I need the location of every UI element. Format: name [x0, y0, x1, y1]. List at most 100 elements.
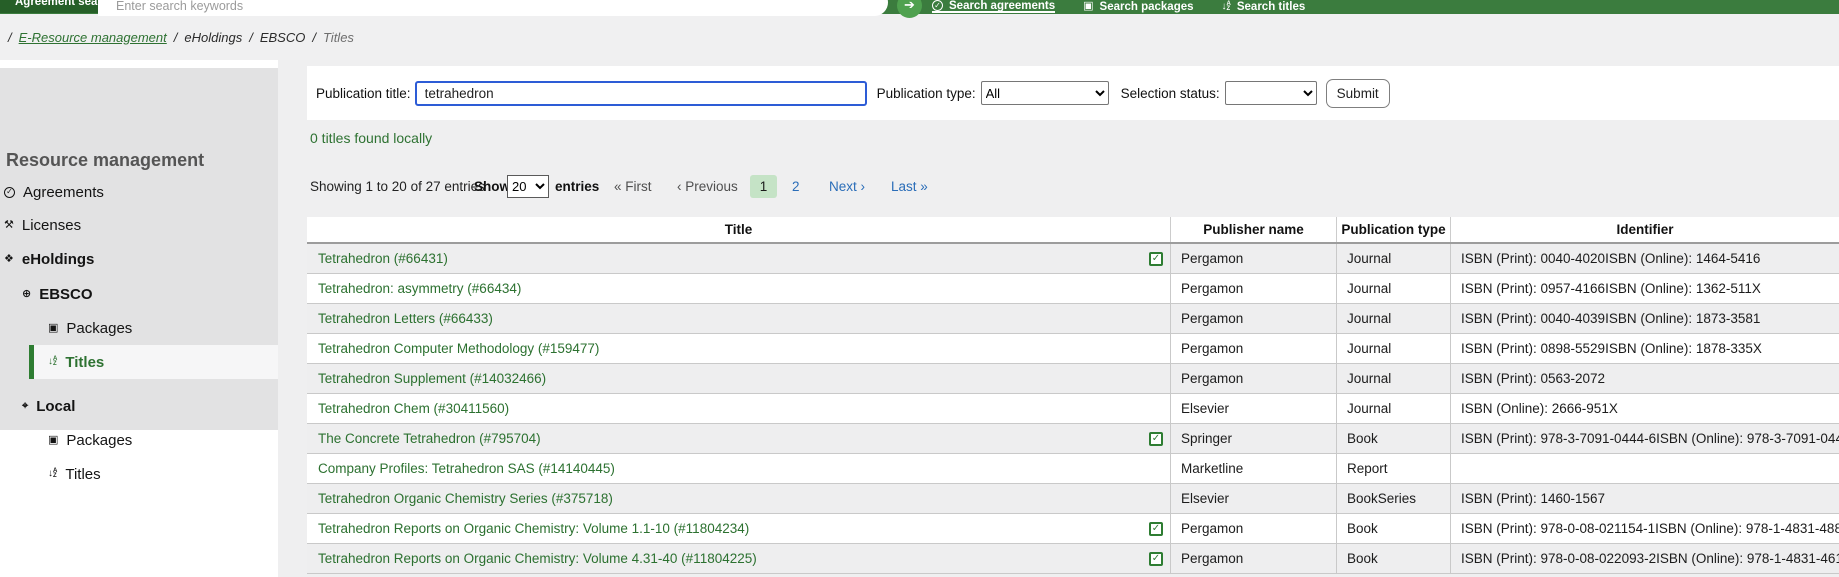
first-page-button[interactable]: « First [614, 177, 652, 197]
breadcrumb-item-ebsco[interactable]: EBSCO [260, 30, 306, 45]
sidebar-item-packages-7[interactable]: ▣Packages [0, 423, 278, 457]
identifier-cell: ISBN (Print): 0563-2072 [1451, 364, 1839, 393]
globe-icon: ⊕ [22, 289, 31, 300]
title-link[interactable]: Company Profiles: Tetrahedron SAS (#1414… [318, 461, 615, 476]
sort-letter-z: Z [1227, 7, 1231, 12]
last-page-button[interactable]: Last » [891, 177, 928, 197]
tab-search-titles[interactable]: ↓AZSearch titles [1222, 0, 1306, 13]
table-row: Tetrahedron (#66431)✓PergamonJournalISBN… [307, 244, 1839, 274]
title-link[interactable]: Tetrahedron Reports on Organic Chemistry… [318, 551, 757, 566]
sidebar-item-titles-5[interactable]: ↓AZTitles [29, 345, 278, 379]
column-header-publication-type[interactable]: Publication type [1337, 217, 1451, 242]
breadcrumb-separator: / [249, 30, 253, 45]
page-2-button[interactable]: 2 [792, 177, 800, 197]
identifier-cell: ISBN (Print): 978-0-08-022093-2ISBN (Onl… [1451, 544, 1839, 573]
identifier-cell: ISBN (Print): 978-3-7091-0444-6ISBN (Onl… [1451, 424, 1839, 453]
sidebar-item-titles-8[interactable]: ↓AZ Titles [0, 457, 278, 491]
publication-title-input[interactable] [415, 81, 867, 106]
title-link[interactable]: Tetrahedron Organic Chemistry Series (#3… [318, 491, 613, 506]
publication-type-label: Publication type: [877, 86, 976, 101]
sidebar-item-label: Titles [65, 466, 100, 483]
sidebar-item-local[interactable]: ⌖Local [0, 389, 278, 423]
sidebar-item-agreements[interactable]: ✓Agreements [0, 175, 278, 209]
sidebar-item-ebsco[interactable]: ⊕EBSCO [0, 277, 278, 311]
identifier-cell: ISBN (Print): 978-0-08-021154-1ISBN (Onl… [1451, 514, 1839, 543]
selection-status-label: Selection status: [1121, 86, 1220, 101]
page-size-select[interactable]: 20 [507, 175, 549, 198]
sidebar-item-label: Agreements [23, 184, 104, 201]
publication-type-cell: Journal [1337, 304, 1451, 333]
publisher-cell: Pergamon [1171, 304, 1337, 333]
title-cell: Tetrahedron Chem (#30411560) [307, 394, 1171, 423]
title-link[interactable]: Tetrahedron: asymmetry (#66434) [318, 281, 521, 296]
title-link[interactable]: Tetrahedron Letters (#66433) [318, 311, 493, 326]
tab-search-agreements[interactable]: ✓Search agreements [932, 0, 1055, 13]
identifier-cell: ISBN (Online): 2666-951X [1451, 394, 1839, 423]
title-link[interactable]: Tetrahedron Reports on Organic Chemistry… [318, 521, 749, 536]
publisher-cell: Pergamon [1171, 274, 1337, 303]
breadcrumb-item-e-resource-management[interactable]: E-Resource management [19, 30, 167, 45]
publication-type-select[interactable]: All [981, 81, 1109, 105]
title-link[interactable]: Tetrahedron Chem (#30411560) [318, 401, 509, 416]
title-cell: Company Profiles: Tetrahedron SAS (#1414… [307, 454, 1171, 483]
title-link[interactable]: The Concrete Tetrahedron (#795704) [318, 431, 541, 446]
current-page-indicator[interactable]: 1 [750, 175, 777, 198]
top-search-tabs: ✓Search agreements ▣Search packages ↓AZSea… [932, 0, 1305, 14]
sidebar-item-eholdings[interactable]: ❖eHoldings [0, 242, 278, 276]
show-label: Show [474, 177, 510, 197]
title-link[interactable]: Tetrahedron (#66431) [318, 251, 448, 266]
arrow-right-icon: ➔ [904, 0, 915, 13]
table-row: Tetrahedron Letters (#66433) PergamonJour… [307, 304, 1839, 334]
entries-label: entries [555, 177, 599, 197]
selected-checkbox-icon[interactable]: ✓ [1149, 432, 1163, 446]
selected-checkbox-icon[interactable]: ✓ [1149, 252, 1163, 266]
breadcrumb-item-eholdings[interactable]: eHoldings [184, 30, 242, 45]
title-cell: Tetrahedron Computer Methodology (#15947… [307, 334, 1171, 363]
sort-az-icon: ↓AZ [48, 469, 57, 479]
location-pin-icon: ⌖ [22, 401, 28, 412]
table-row: Tetrahedron Chem (#30411560)ElsevierJour… [307, 394, 1839, 424]
selected-checkbox-icon[interactable]: ✓ [1149, 522, 1163, 536]
submit-button[interactable]: Submit [1326, 79, 1390, 108]
identifier-cell [1451, 454, 1839, 483]
sidebar-item-packages-4[interactable]: ▣Packages [0, 311, 278, 345]
publication-type-cell: Journal [1337, 244, 1451, 273]
title-cell: Tetrahedron Reports on Organic Chemistry… [307, 544, 1171, 573]
title-link[interactable]: Tetrahedron Computer Methodology (#15947… [318, 341, 599, 356]
sort-letter-z: Z [53, 474, 57, 479]
publisher-cell: Springer [1171, 424, 1337, 453]
identifier-cell: ISBN (Print): 1460-1567 [1451, 484, 1839, 513]
top-nav-bar: Agreement search ➔ ✓Search agreements▣Se… [0, 0, 1839, 14]
sort-letter-z: Z [53, 362, 57, 367]
selected-checkbox-icon[interactable]: ✓ [1149, 552, 1163, 566]
sidebar-item-licenses[interactable]: ⚒Licenses [0, 208, 278, 242]
publisher-cell: Pergamon [1171, 364, 1337, 393]
table-row: Tetrahedron Reports on Organic Chemistry… [307, 544, 1839, 574]
sort-letters: AZ [1227, 2, 1231, 12]
resource-management-sidebar: Resource management ✓Agreements⚒Licenses… [0, 68, 278, 430]
tab-search-packages[interactable]: ▣Search packages [1083, 0, 1193, 13]
sort-letters: AZ [53, 469, 57, 479]
top-tab-label: Search agreements [949, 0, 1055, 12]
next-page-button[interactable]: Next › [829, 177, 865, 197]
selection-status-select[interactable] [1225, 81, 1317, 105]
titles-filter-panel: Publication title: Publication type: All… [307, 66, 1839, 120]
publisher-cell: Pergamon [1171, 544, 1337, 573]
table-row: Tetrahedron Computer Methodology (#15947… [307, 334, 1839, 364]
eholdings-icon: ❖ [4, 254, 14, 265]
column-header-publisher-name[interactable]: Publisher name [1171, 217, 1337, 242]
publisher-cell: Pergamon [1171, 334, 1337, 363]
title-link[interactable]: Tetrahedron Supplement (#14032466) [318, 371, 546, 386]
publication-type-cell: BookSeries [1337, 484, 1451, 513]
publication-type-cell: Book [1337, 514, 1451, 543]
sort-letters: AZ [53, 357, 57, 367]
column-header-identifier[interactable]: Identifier [1451, 217, 1839, 242]
previous-page-button[interactable]: ‹ Previous [677, 177, 738, 197]
keyword-search-input[interactable] [98, 0, 888, 16]
sidebar-item-label: Titles [65, 354, 104, 371]
publisher-cell: Pergamon [1171, 244, 1337, 273]
gavel-icon: ⚒ [4, 220, 14, 231]
title-cell: Tetrahedron: asymmetry (#66434) [307, 274, 1171, 303]
column-header-title[interactable]: Title [307, 217, 1171, 242]
local-results-message: 0 titles found locally [310, 130, 432, 146]
